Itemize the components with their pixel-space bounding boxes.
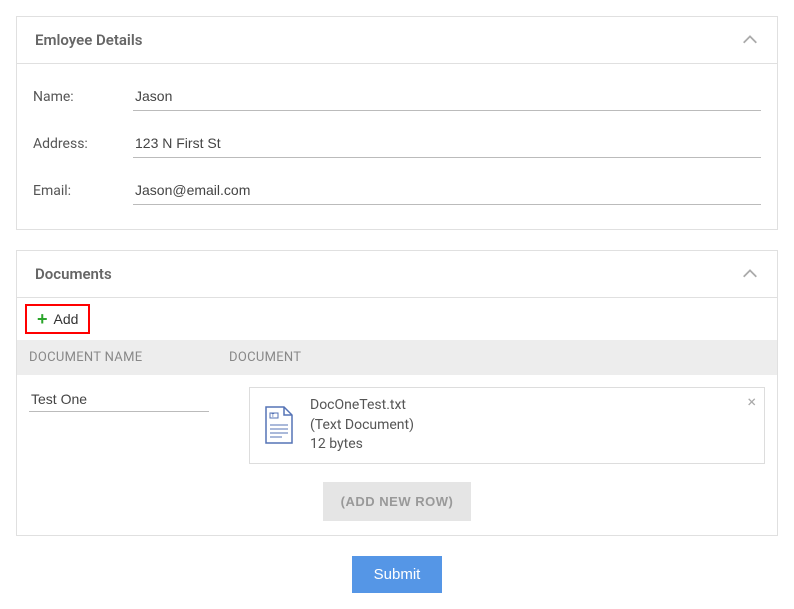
- documents-panel-header[interactable]: Documents: [17, 251, 777, 298]
- documents-panel-body: + Add DOCUMENT NAME DOCUMENT T: [17, 298, 777, 535]
- documents-panel: Documents + Add DOCUMENT NAME DOCUMENT: [16, 250, 778, 536]
- table-row: T DocOneTest.txt (Text Document) 12 byte…: [17, 375, 777, 476]
- documents-panel-title: Documents: [35, 265, 112, 283]
- address-label: Address:: [33, 136, 133, 152]
- add-button[interactable]: + Add: [25, 304, 90, 334]
- plus-icon: +: [37, 310, 48, 328]
- employee-panel-header[interactable]: Emloyee Details: [17, 17, 777, 64]
- email-row: Email:: [33, 176, 761, 205]
- documents-table-header: DOCUMENT NAME DOCUMENT: [17, 340, 777, 375]
- col-header-docname: DOCUMENT NAME: [29, 350, 229, 365]
- employee-panel-body: Name: Address: Email:: [17, 64, 777, 229]
- close-icon[interactable]: ×: [747, 392, 756, 411]
- file-name: DocOneTest.txt: [310, 396, 414, 416]
- chevron-up-icon: [741, 31, 759, 49]
- file-type: (Text Document): [310, 416, 414, 436]
- svg-text:T: T: [272, 413, 275, 419]
- employee-panel-title: Emloyee Details: [35, 31, 142, 49]
- chevron-up-icon: [741, 265, 759, 283]
- col-header-document: DOCUMENT: [229, 350, 765, 365]
- email-input[interactable]: [133, 176, 761, 205]
- address-row: Address:: [33, 129, 761, 158]
- docname-cell: [29, 387, 229, 412]
- name-input[interactable]: [133, 82, 761, 111]
- email-label: Email:: [33, 183, 133, 199]
- add-new-row-button[interactable]: (ADD NEW ROW): [323, 482, 472, 521]
- add-row: + Add: [17, 298, 777, 340]
- name-label: Name:: [33, 89, 133, 105]
- placeholder-row: (ADD NEW ROW): [17, 476, 777, 535]
- file-icon: T: [262, 405, 296, 445]
- file-size: 12 bytes: [310, 435, 414, 455]
- name-row: Name:: [33, 82, 761, 111]
- docname-input[interactable]: [29, 387, 209, 412]
- document-info: DocOneTest.txt (Text Document) 12 bytes: [310, 396, 414, 455]
- add-button-label: Add: [54, 311, 79, 327]
- document-card: T DocOneTest.txt (Text Document) 12 byte…: [249, 387, 765, 464]
- employee-details-panel: Emloyee Details Name: Address: Email:: [16, 16, 778, 230]
- submit-button[interactable]: Submit: [352, 556, 443, 593]
- address-input[interactable]: [133, 129, 761, 158]
- submit-row: Submit: [16, 556, 778, 593]
